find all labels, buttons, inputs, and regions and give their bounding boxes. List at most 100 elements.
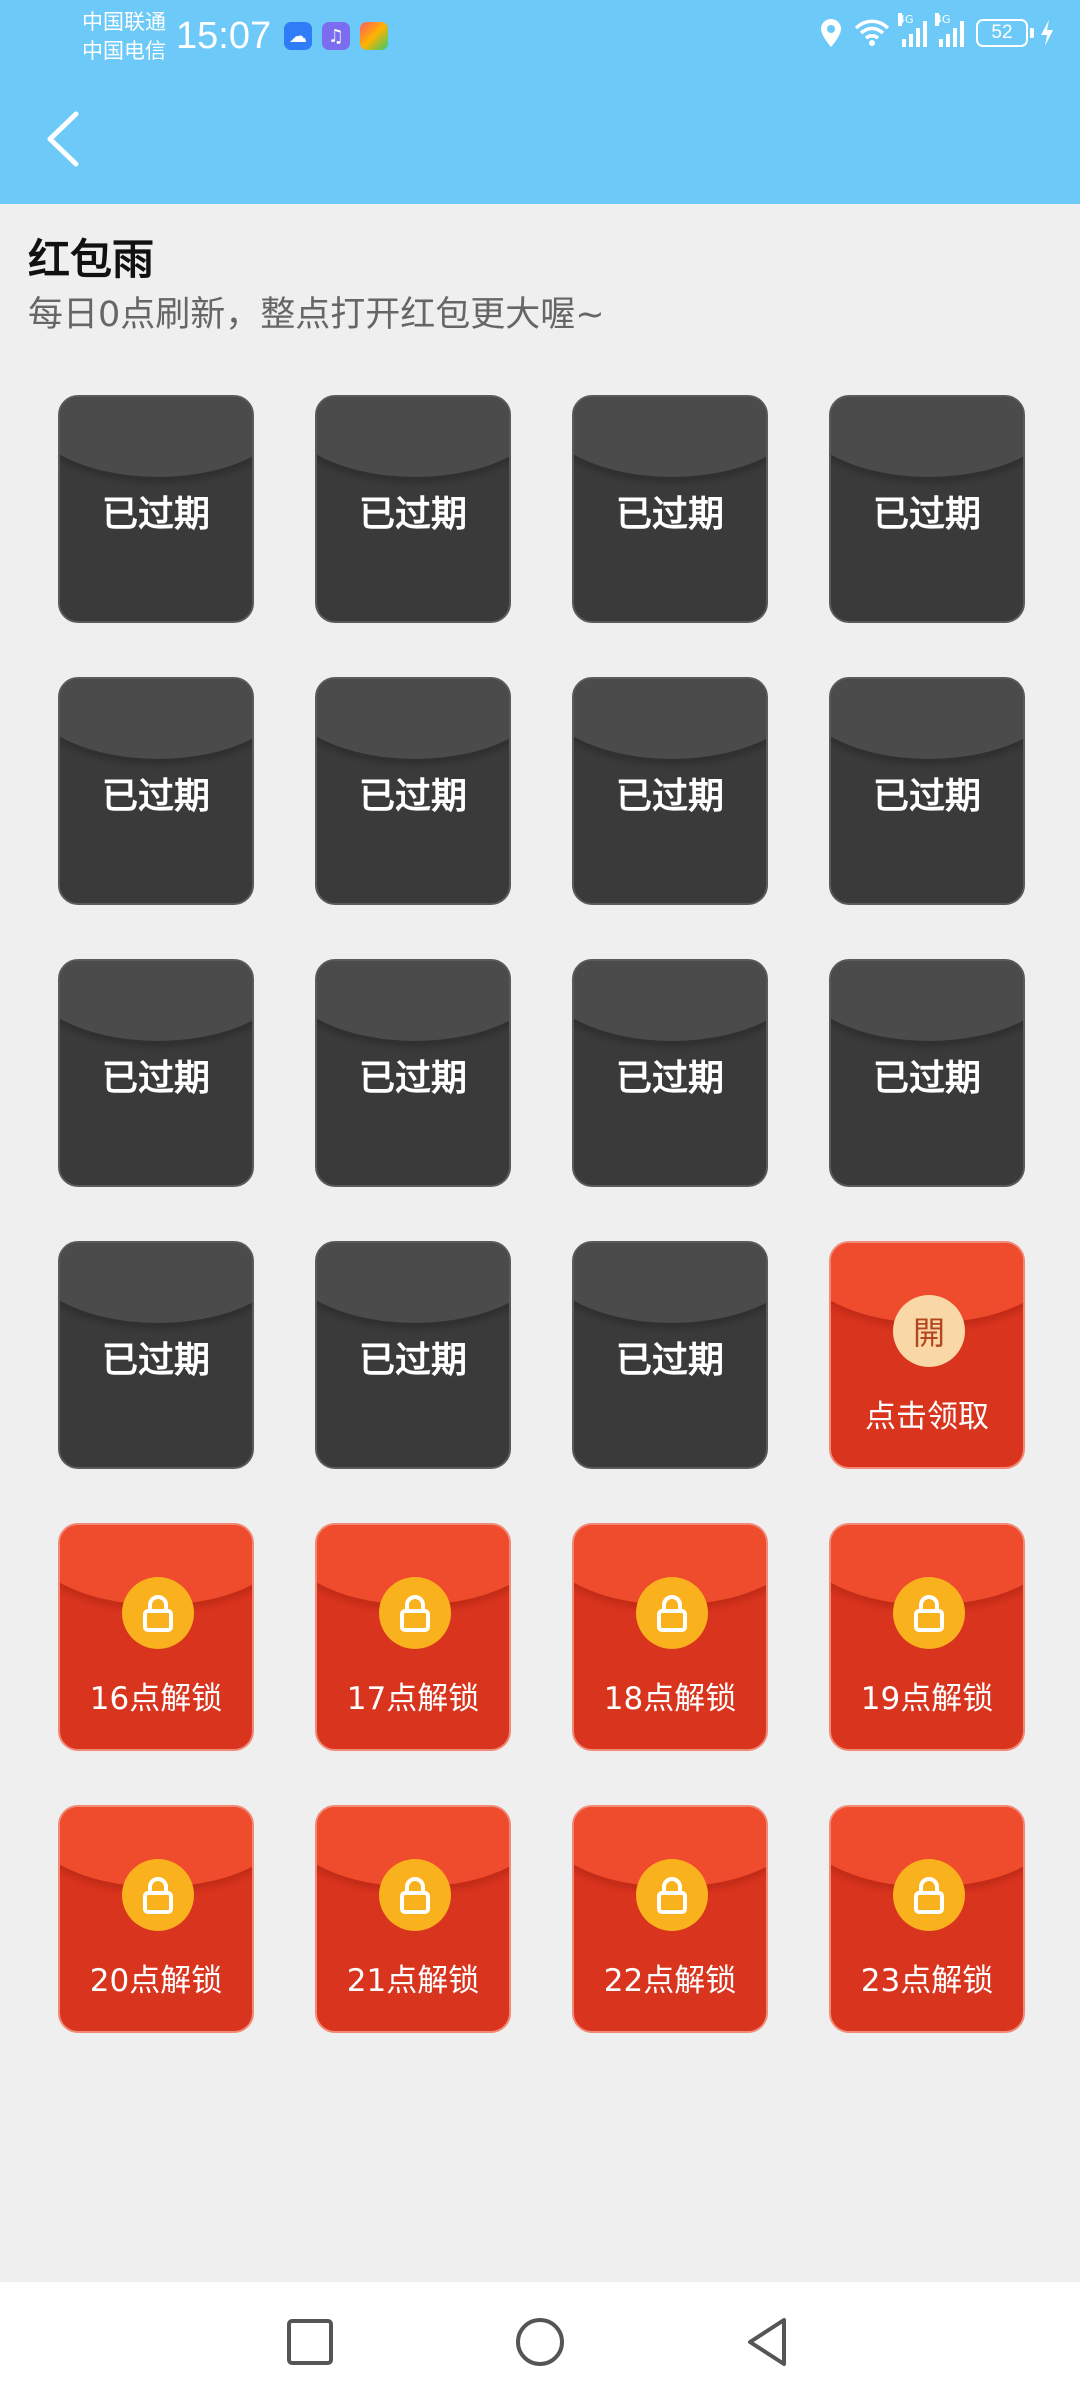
envelope-expired: 已过期 [58, 395, 254, 623]
envelope-flap [60, 1243, 252, 1323]
envelope-expired: 已过期 [315, 395, 511, 623]
envelope-label: 已过期 [101, 494, 210, 535]
lock-badge [636, 1859, 708, 1931]
signal-icon-1: 4G [898, 13, 927, 47]
lock-badge [893, 1577, 965, 1649]
carrier-2: 中国电信 [82, 39, 166, 63]
envelope-expired: 已过期 [572, 677, 768, 905]
status-bar: 中国联通 中国电信 15:07 ☁ ♫ 4G 4G 52 [0, 0, 1080, 72]
system-back-button[interactable] [740, 2314, 796, 2370]
triangle-back-icon [748, 2318, 786, 2366]
envelope-expired: 已过期 [315, 677, 511, 905]
envelope-expired: 已过期 [572, 959, 768, 1187]
envelope-label: 已过期 [358, 1340, 467, 1381]
envelope-locked: 18点解锁 [572, 1523, 768, 1751]
envelope-expired: 已过期 [58, 959, 254, 1187]
notification-icons: ☁ ♫ [284, 22, 388, 50]
charging-icon [1041, 20, 1053, 46]
app-header: 中国联通 中国电信 15:07 ☁ ♫ 4G 4G 52 [0, 0, 1080, 204]
envelope-locked: 16点解锁 [58, 1523, 254, 1751]
envelope-flap [831, 397, 1023, 477]
envelope-expired: 已过期 [572, 1241, 768, 1469]
envelope-label: 已过期 [615, 494, 724, 535]
envelope-label: 点击领取 [865, 1399, 989, 1435]
envelope-expired: 已过期 [58, 677, 254, 905]
envelope-label: 已过期 [872, 1058, 981, 1099]
lock-icon [657, 1877, 687, 1914]
envelope-available[interactable]: 開点击领取 [829, 1241, 1025, 1469]
envelope-label: 已过期 [358, 494, 467, 535]
lock-badge [379, 1577, 451, 1649]
envelope-expired: 已过期 [315, 959, 511, 1187]
envelope-label: 已过期 [101, 776, 210, 817]
signal-icon-2: 4G [935, 13, 964, 47]
envelope-locked: 19点解锁 [829, 1523, 1025, 1751]
envelope-label: 22点解锁 [603, 1963, 737, 1999]
envelope-label: 已过期 [615, 776, 724, 817]
lock-badge [122, 1859, 194, 1931]
envelope-flap [317, 679, 509, 759]
chevron-left-icon [47, 111, 79, 167]
envelope-label: 18点解锁 [603, 1681, 737, 1717]
envelope-expired: 已过期 [572, 395, 768, 623]
wifi-icon [854, 19, 890, 46]
home-button[interactable] [512, 2314, 568, 2370]
envelope-flap [60, 397, 252, 477]
recents-button[interactable] [282, 2314, 338, 2370]
envelope-label: 已过期 [615, 1340, 724, 1381]
back-button[interactable] [36, 106, 92, 172]
envelope-label: 已过期 [872, 494, 981, 535]
music-icon: ♫ [322, 22, 350, 50]
cloud-icon: ☁ [284, 22, 312, 50]
network-label-2: 4G [935, 13, 951, 26]
envelope-expired: 已过期 [829, 677, 1025, 905]
envelope-expired: 已过期 [58, 1241, 254, 1469]
location-icon [821, 19, 841, 47]
carrier-info: 中国联通 中国电信 [82, 8, 166, 66]
envelope-flap [574, 1243, 766, 1323]
envelope-label: 已过期 [358, 776, 467, 817]
envelope-flap [60, 679, 252, 759]
lock-icon [143, 1595, 173, 1632]
envelope-flap [317, 1243, 509, 1323]
lock-badge [379, 1859, 451, 1931]
envelope-label: 已过期 [872, 776, 981, 817]
envelope-label: 已过期 [358, 1058, 467, 1099]
system-icons: 4G 4G 52 [820, 13, 1054, 48]
envelope-label: 20点解锁 [89, 1963, 223, 1999]
envelope-flap [831, 679, 1023, 759]
lock-icon [914, 1595, 944, 1632]
envelope-locked: 21点解锁 [315, 1805, 511, 2033]
lock-icon [400, 1877, 430, 1914]
envelope-flap [574, 679, 766, 759]
carrier-1: 中国联通 [82, 10, 166, 34]
battery-icon: 52 [976, 19, 1034, 47]
envelope-locked: 20点解锁 [58, 1805, 254, 2033]
envelope-label: 23点解锁 [860, 1963, 994, 1999]
envelope-flap [317, 397, 509, 477]
lock-icon [143, 1877, 173, 1914]
lock-badge [636, 1577, 708, 1649]
envelope-locked: 17点解锁 [315, 1523, 511, 1751]
envelope-label: 19点解锁 [860, 1681, 994, 1717]
envelope-locked: 22点解锁 [572, 1805, 768, 2033]
open-badge[interactable]: 開 [893, 1295, 965, 1367]
envelope-expired: 已过期 [829, 959, 1025, 1187]
lock-badge [122, 1577, 194, 1649]
battery-level: 52 [991, 22, 1013, 43]
envelope-label: 21点解锁 [346, 1963, 480, 1999]
red-envelope-grid: 已过期 已过期 已过期 已过期 已过期 已过期 已过期 已过期 已过期 已过期 已过期 已过期 已过期已… [58, 395, 1025, 2033]
envelope-flap [831, 961, 1023, 1041]
envelope-label: 16点解锁 [89, 1681, 223, 1717]
envelope-label: 17点解锁 [346, 1681, 480, 1717]
page-subtitle: 每日0点刷新，整点打开红包更大喔~ [28, 295, 605, 335]
status-time: 15:07 [176, 15, 272, 57]
lock-icon [657, 1595, 687, 1632]
envelope-flap [317, 961, 509, 1041]
lock-badge [893, 1859, 965, 1931]
circle-icon [516, 2318, 564, 2366]
square-icon [287, 2319, 333, 2365]
envelope-label: 已过期 [101, 1340, 210, 1381]
envelope-expired: 已过期 [315, 1241, 511, 1469]
envelope-label: 已过期 [615, 1058, 724, 1099]
